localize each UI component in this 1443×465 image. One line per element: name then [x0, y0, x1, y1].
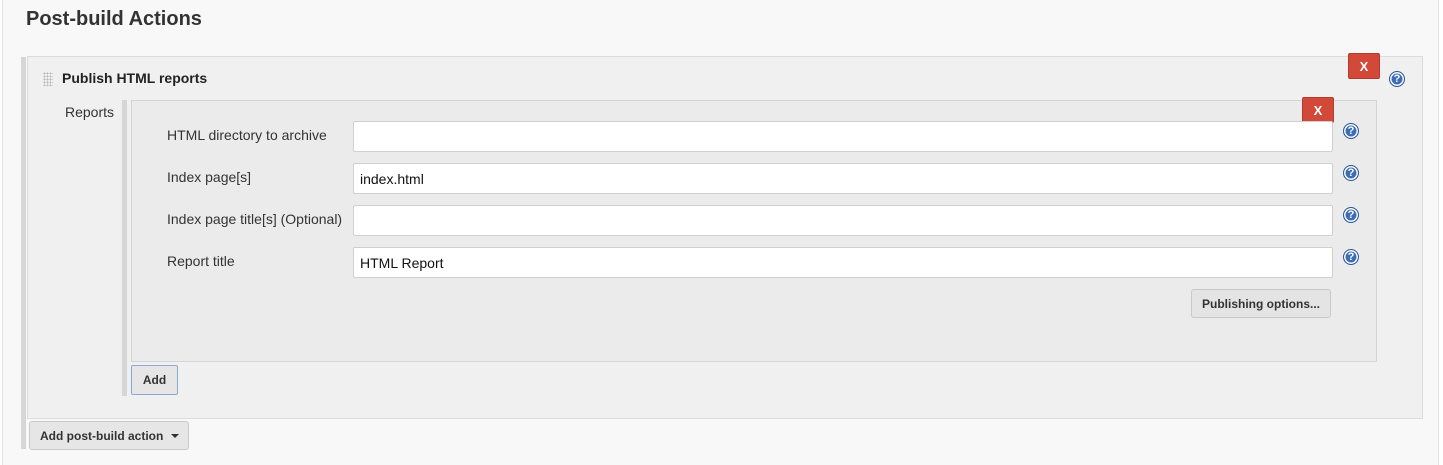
step-title: Publish HTML reports — [62, 70, 208, 86]
report-title-label: Report title — [167, 253, 235, 269]
html-directory-label: HTML directory to archive — [167, 127, 327, 143]
html-directory-help-icon[interactable]: ? — [1343, 123, 1359, 139]
index-page-titles-input[interactable] — [353, 205, 1333, 236]
delete-report-button[interactable]: X — [1302, 97, 1334, 123]
section-title: Post-build Actions — [26, 8, 202, 30]
add-report-button[interactable]: Add — [131, 365, 178, 395]
index-pages-input[interactable] — [353, 163, 1333, 194]
section-left-bar — [21, 57, 26, 449]
report-title-input[interactable] — [353, 247, 1333, 278]
drag-handle-icon[interactable] — [43, 72, 53, 86]
delete-step-button[interactable]: X — [1348, 53, 1380, 79]
step-help-icon[interactable]: ? — [1389, 71, 1405, 87]
html-directory-input[interactable] — [353, 121, 1333, 152]
caret-down-icon — [171, 433, 180, 438]
add-post-build-action-button[interactable]: Add post-build action — [29, 421, 189, 450]
index-pages-label: Index page[s] — [167, 169, 252, 185]
index-page-titles-help-icon[interactable]: ? — [1343, 207, 1359, 223]
index-page-titles-label: Index page title[s] (Optional) — [167, 211, 343, 227]
report-title-help-icon[interactable]: ? — [1343, 249, 1359, 265]
add-post-build-action-label: Add post-build action — [40, 428, 164, 443]
post-build-actions-section: Post-build Actions Publish HTML reports … — [2, 0, 1439, 465]
reports-label: Reports — [65, 104, 115, 120]
publishing-options-button[interactable]: Publishing options... — [1191, 289, 1331, 318]
reports-left-bar — [122, 100, 127, 396]
index-pages-help-icon[interactable]: ? — [1343, 165, 1359, 181]
